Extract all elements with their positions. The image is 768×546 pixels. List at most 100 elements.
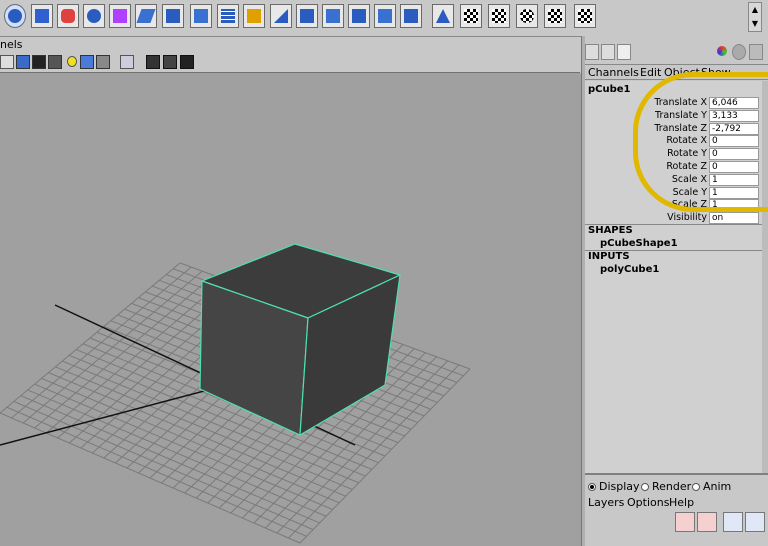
layer-editor: Display Render Anim Layers Options Help — [585, 473, 768, 546]
attribute-row[interactable]: Scale Z1 — [585, 199, 762, 212]
frame-icon[interactable] — [120, 55, 134, 69]
bevel-icon[interactable] — [243, 4, 265, 28]
wireframe-icon[interactable] — [0, 55, 14, 69]
channel-box-header — [585, 36, 768, 64]
shape-item[interactable]: pCubeShape1 — [600, 238, 678, 249]
new-layer-icon[interactable] — [675, 512, 695, 532]
attribute-value-field[interactable]: 0 — [709, 148, 759, 161]
attribute-label: Translate Y — [655, 109, 707, 121]
attribute-value-field[interactable]: 1 — [709, 199, 759, 212]
attribute-label: Scale Z — [671, 199, 707, 211]
attribute-row[interactable]: Translate Z -2,792 — [585, 122, 762, 136]
object-name[interactable]: pCube1 — [588, 84, 631, 95]
poly-cube-icon[interactable] — [109, 4, 131, 28]
menu-options[interactable]: Options — [627, 496, 669, 509]
split-icon[interactable] — [322, 4, 344, 28]
attribute-value-field[interactable]: 1 — [709, 173, 759, 186]
menu-channels[interactable]: Channels — [588, 66, 639, 79]
checker-icon[interactable] — [460, 4, 482, 28]
attribute-label: Scale Y — [672, 186, 707, 198]
panel-menu-bar: nels — [0, 38, 580, 52]
poly-plane-icon[interactable] — [135, 4, 157, 28]
attribute-label: Translate X — [654, 97, 707, 108]
wedge-icon[interactable] — [270, 4, 292, 28]
camera-icon[interactable] — [146, 55, 160, 69]
smooth-shade-icon[interactable] — [16, 55, 30, 69]
attribute-row[interactable]: Scale Y1 — [585, 186, 762, 200]
inputs-title: INPUTS — [588, 251, 630, 262]
attribute-value-field[interactable]: -2,792 — [709, 122, 759, 135]
new-layer-selected-icon[interactable] — [697, 512, 717, 532]
attribute-row[interactable]: Scale X1 — [585, 173, 762, 187]
bridge-icon[interactable] — [374, 4, 396, 28]
menu-show[interactable]: Show — [701, 66, 731, 79]
render-layer-selected-icon[interactable] — [745, 512, 765, 532]
attribute-value-field[interactable]: on — [709, 212, 759, 225]
menu-help[interactable]: Help — [669, 496, 694, 509]
isolate-icon[interactable] — [80, 55, 94, 69]
attribute-value-field[interactable]: 6,046 — [709, 97, 759, 109]
checker-shield-icon[interactable] — [544, 4, 566, 28]
radio-anim-label: Anim — [703, 480, 732, 493]
checker-flag-icon[interactable] — [488, 4, 510, 28]
attribute-editor-toggle-icon[interactable] — [617, 44, 631, 60]
snapshot-icon[interactable] — [180, 55, 194, 69]
append-icon[interactable] — [400, 4, 422, 28]
sphere-icon[interactable] — [732, 44, 746, 60]
attribute-row[interactable]: Translate X 6,046 — [585, 97, 762, 110]
channel-box: pCube1 Translate X 6,046 Translate Y 3,133 T… — [585, 81, 762, 473]
menu-edit[interactable]: Edit — [640, 66, 661, 79]
radio-display[interactable] — [588, 483, 596, 491]
radio-anim[interactable] — [692, 483, 700, 491]
attribute-value-field[interactable]: 3,133 — [709, 109, 759, 122]
attribute-label: Rotate Y — [667, 148, 707, 160]
fill-hole-icon[interactable] — [432, 4, 454, 28]
sphere-cube-icon[interactable] — [83, 4, 105, 28]
attribute-value-field[interactable]: 1 — [709, 186, 759, 199]
shelf-scroll[interactable]: ▲ ▼ — [748, 2, 762, 32]
panel-menu-item[interactable]: nels — [0, 38, 23, 51]
attribute-value-field[interactable]: 0 — [709, 161, 759, 173]
extrude-icon[interactable] — [190, 4, 212, 28]
nurbs-cubes-icon[interactable] — [31, 4, 53, 28]
wand-icon[interactable] — [749, 44, 763, 60]
merge-icon[interactable] — [348, 4, 370, 28]
light-bulb-icon[interactable] — [64, 55, 78, 69]
color-picker-icon[interactable] — [715, 44, 729, 60]
grid-plane-icon[interactable] — [217, 4, 239, 28]
arrow-down-icon[interactable]: ▼ — [749, 17, 761, 31]
render-layer-icon[interactable] — [723, 512, 743, 532]
grid-icon[interactable] — [163, 55, 177, 69]
layer-editor-toggle-icon[interactable] — [601, 44, 615, 60]
attribute-row[interactable]: Rotate Z0 — [585, 161, 762, 174]
attribute-value-field[interactable]: 0 — [709, 135, 759, 148]
xray-icon[interactable] — [96, 55, 110, 69]
menu-object[interactable]: Object — [664, 66, 700, 79]
attribute-label: Rotate X — [666, 135, 707, 147]
move-tool-icon[interactable] — [162, 4, 184, 28]
checker-box-icon[interactable] — [574, 4, 596, 28]
shelf-toolbar: ▲ ▼ — [0, 0, 768, 37]
channel-box-scrollbar[interactable] — [762, 81, 768, 473]
slice-icon[interactable] — [296, 4, 318, 28]
nurbs-shapes-icon[interactable] — [57, 4, 79, 28]
channel-box-menu: Channels Edit Object Show — [585, 64, 768, 80]
panel-toolbar — [0, 53, 580, 73]
radio-display-label: Display — [599, 480, 640, 493]
checker-sphere-icon[interactable] — [516, 4, 538, 28]
shapes-title: SHAPES — [588, 225, 633, 236]
textured-icon[interactable] — [48, 55, 62, 69]
flat-shade-icon[interactable] — [32, 55, 46, 69]
attribute-row[interactable]: Rotate Y0 — [585, 148, 762, 161]
input-item[interactable]: polyCube1 — [600, 264, 659, 275]
arrow-up-icon[interactable]: ▲ — [749, 3, 761, 17]
perspective-viewport[interactable] — [0, 73, 581, 546]
select-tool-icon[interactable] — [4, 4, 26, 28]
menu-layers[interactable]: Layers — [588, 496, 624, 509]
attribute-label: Translate Z — [654, 122, 707, 134]
channel-box-toggle-icon[interactable] — [585, 44, 599, 60]
attribute-row[interactable]: Translate Y 3,133 — [585, 109, 762, 123]
viewport-scene — [0, 243, 471, 544]
attribute-row[interactable]: Rotate X0 — [585, 135, 762, 148]
radio-render[interactable] — [641, 483, 649, 491]
